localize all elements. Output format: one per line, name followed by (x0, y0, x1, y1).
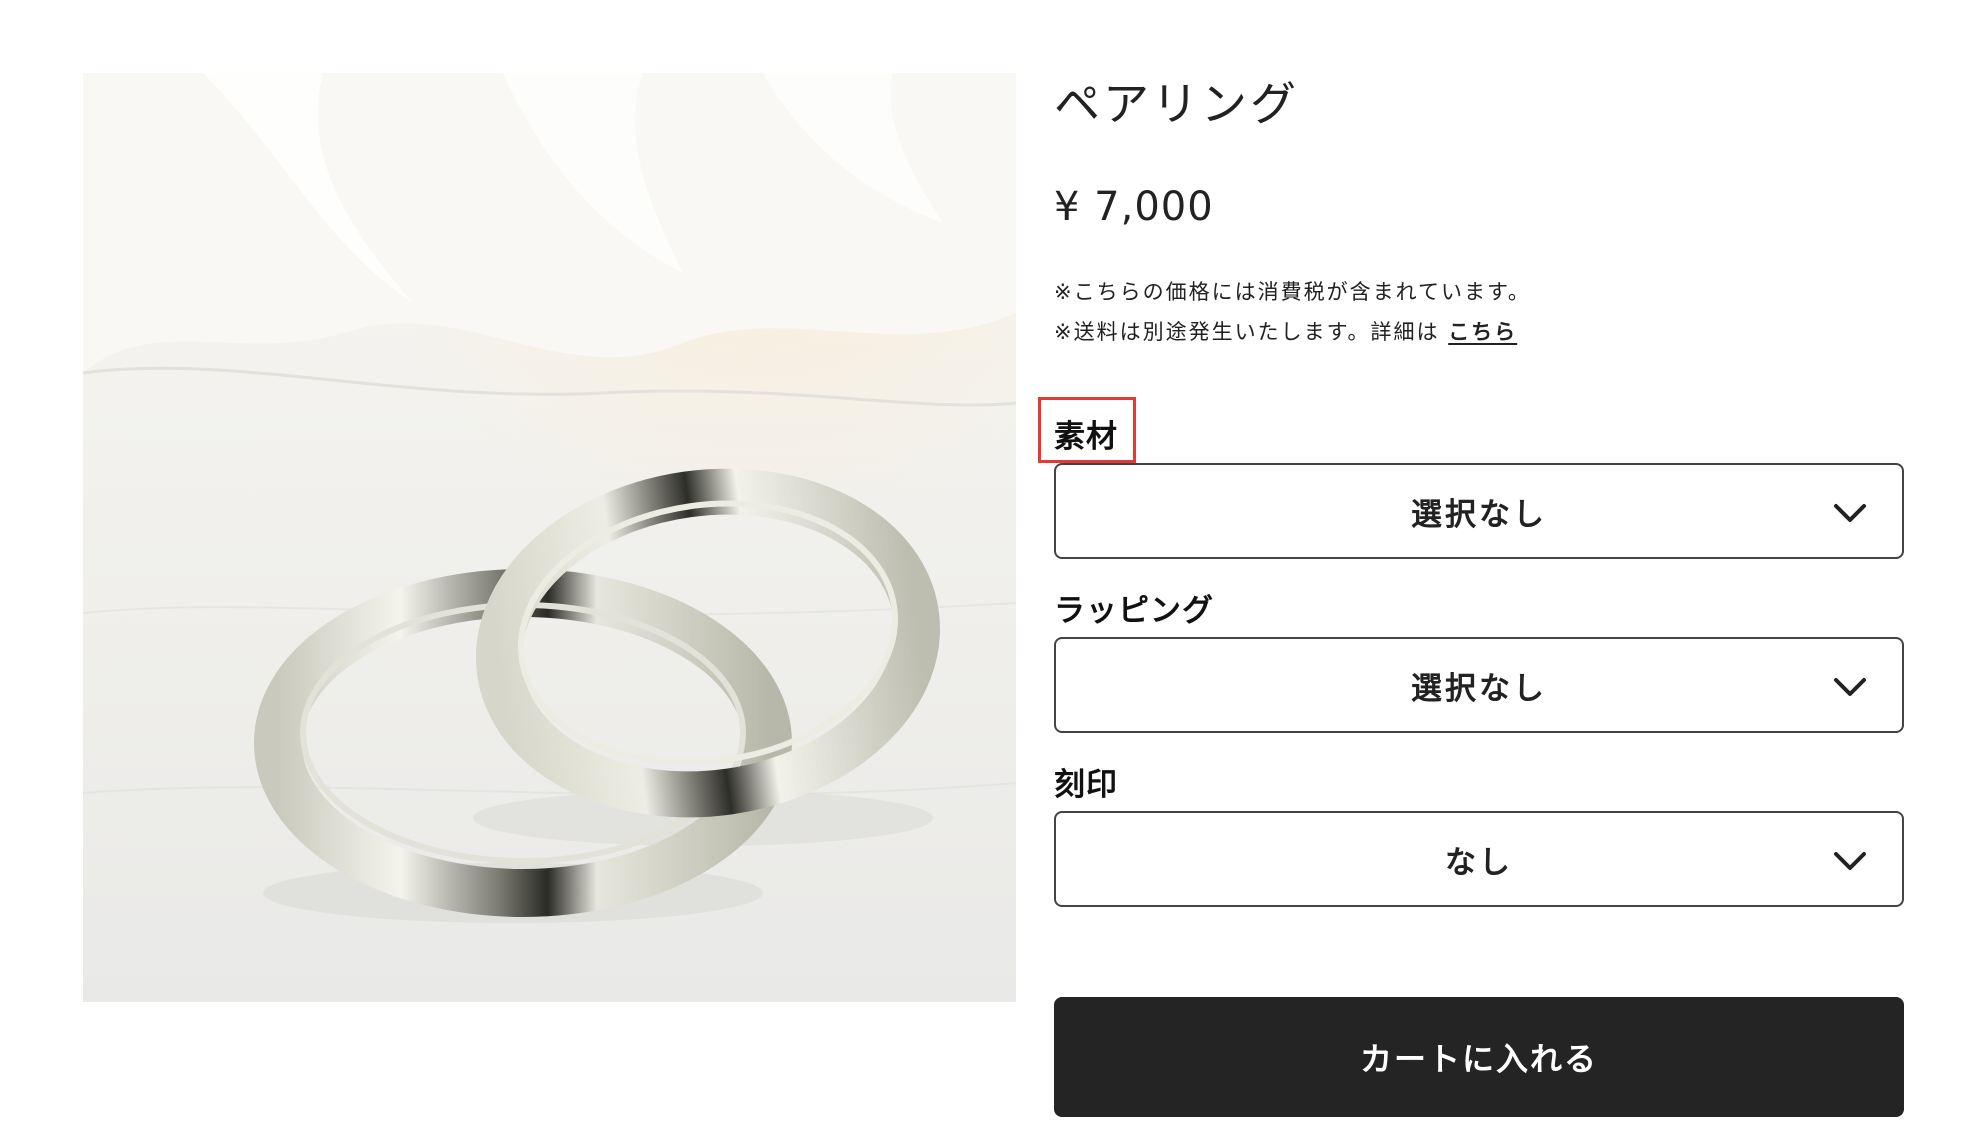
product-title: ペアリング (1054, 77, 1299, 131)
option-label-wrapping: ラッピング (1054, 593, 1214, 629)
chevron-down-icon (1834, 678, 1866, 696)
wrapping-select-value: 選択なし (1411, 670, 1547, 707)
engraving-select-value: なし (1445, 844, 1513, 881)
product-image (83, 73, 1016, 1002)
option-label-material: 素材 (1054, 419, 1118, 455)
material-select[interactable]: 選択なし (1054, 463, 1904, 559)
shipping-note-text: ※送料は別途発生いたします。詳細は (1054, 320, 1440, 344)
wrapping-select[interactable]: 選択なし (1054, 637, 1904, 733)
engraving-select[interactable]: なし (1054, 811, 1904, 907)
tax-note: ※こちらの価格には消費税が含まれています。 (1054, 280, 1531, 304)
shipping-note: ※送料は別途発生いたします。詳細は こちら (1054, 316, 1517, 346)
product-price: ¥ 7,000 (1054, 184, 1214, 230)
shipping-details-link[interactable]: こちら (1448, 320, 1517, 344)
option-label-engraving: 刻印 (1054, 767, 1118, 803)
material-select-value: 選択なし (1411, 496, 1547, 533)
add-to-cart-button[interactable]: カートに入れる (1054, 997, 1904, 1117)
chevron-down-icon (1834, 504, 1866, 522)
chevron-down-icon (1834, 852, 1866, 870)
